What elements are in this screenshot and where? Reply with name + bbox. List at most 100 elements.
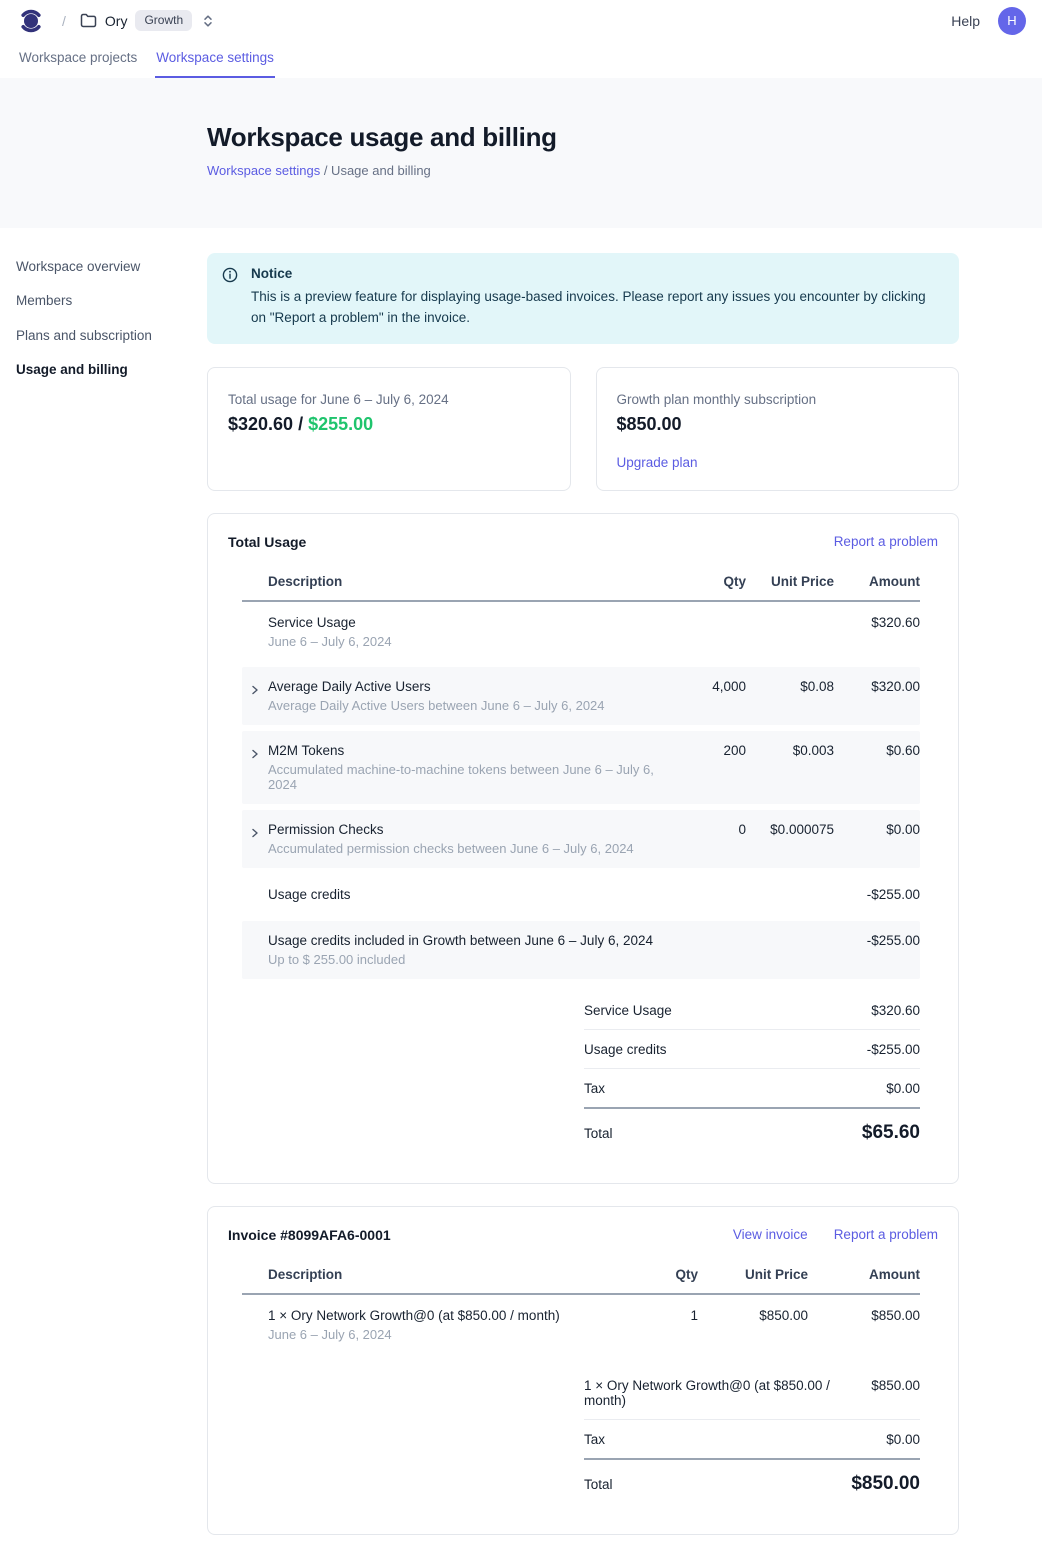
row-title: Usage credits: [268, 887, 668, 902]
help-link[interactable]: Help: [951, 13, 980, 29]
ory-logo-icon[interactable]: [16, 6, 46, 36]
preview-notice-banner: Notice This is a preview feature for dis…: [207, 253, 959, 344]
col-qty: Qty: [668, 574, 746, 589]
sidebar-item-members[interactable]: Members: [16, 288, 207, 314]
top-bar: / Ory Growth Help H: [0, 0, 1042, 41]
page-title: Workspace usage and billing: [207, 122, 1042, 153]
row-subtitle: Accumulated permission checks between Ju…: [268, 841, 668, 856]
row-amount: $0.60: [834, 743, 920, 758]
summary-value: $320.60: [871, 1003, 920, 1018]
row-title: Permission Checks: [268, 822, 668, 837]
invoice-summary: 1 × Ory Network Growth@0 (at $850.00 / m…: [584, 1366, 920, 1506]
folder-icon: [80, 13, 97, 28]
expand-chevron-icon[interactable]: [242, 822, 268, 839]
row-title: M2M Tokens: [268, 743, 668, 758]
summary-row-service-usage: Service Usage $320.60: [584, 991, 920, 1030]
sidebar-item-usage-billing[interactable]: Usage and billing: [16, 357, 207, 383]
summary-value: $0.00: [886, 1081, 920, 1096]
sidebar-item-plans-subscription[interactable]: Plans and subscription: [16, 322, 207, 348]
usage-summary: Service Usage $320.60 Usage credits -$25…: [584, 991, 920, 1155]
usage-report-problem-link[interactable]: Report a problem: [834, 534, 938, 549]
plan-badge: Growth: [135, 10, 192, 31]
table-row-adau: Average Daily Active Users Average Daily…: [242, 667, 920, 725]
tab-workspace-settings[interactable]: Workspace settings: [155, 41, 275, 78]
breadcrumb-settings-link[interactable]: Workspace settings: [207, 163, 320, 178]
expand-chevron-icon[interactable]: [242, 679, 268, 696]
workspace-name: Ory: [105, 13, 128, 29]
summary-label: Service Usage: [584, 1003, 672, 1018]
summary-total-value: $850.00: [851, 1473, 920, 1495]
total-usage-label: Total usage for June 6 – July 6, 2024: [228, 392, 550, 407]
col-amount: Amount: [808, 1267, 920, 1282]
workspace-switcher[interactable]: Ory Growth: [80, 10, 214, 31]
row-unit-price: $0.000075: [746, 822, 834, 837]
plan-subscription-card: Growth plan monthly subscription $850.00…: [596, 367, 960, 491]
total-usage-panel: Total Usage Report a problem Description…: [207, 513, 959, 1184]
row-subtitle: Up to $ 255.00 included: [268, 952, 668, 967]
view-invoice-link[interactable]: View invoice: [733, 1227, 808, 1242]
usage-panel-title: Total Usage: [228, 534, 306, 550]
invoice-panel: Invoice #8099AFA6-0001 View invoice Repo…: [207, 1206, 959, 1535]
row-amount: $320.00: [834, 679, 920, 694]
row-title: Service Usage: [268, 615, 668, 630]
expand-chevron-icon[interactable]: [242, 743, 268, 760]
plan-subscription-amount: $850.00: [617, 414, 939, 435]
upgrade-plan-link[interactable]: Upgrade plan: [617, 455, 698, 470]
col-description: Description: [268, 574, 668, 589]
sidebar-item-workspace-overview[interactable]: Workspace overview: [16, 253, 207, 279]
usage-amount: $320.60 /: [228, 414, 308, 434]
col-unit-price: Unit Price: [698, 1267, 808, 1282]
row-amount: $850.00: [808, 1308, 920, 1323]
summary-row-plan: 1 × Ory Network Growth@0 (at $850.00 / m…: [584, 1366, 920, 1420]
table-row-m2m-tokens: M2M Tokens Accumulated machine-to-machin…: [242, 731, 920, 804]
row-amount: $0.00: [834, 822, 920, 837]
page-header: Workspace usage and billing Workspace se…: [0, 78, 1042, 228]
row-subtitle: Average Daily Active Users between June …: [268, 698, 668, 713]
row-subtitle: June 6 – July 6, 2024: [268, 1327, 638, 1342]
breadcrumb-slash: /: [62, 13, 66, 29]
notice-body: This is a preview feature for displaying…: [251, 287, 943, 329]
info-icon: [222, 266, 238, 329]
row-qty: 0: [668, 822, 746, 837]
col-unit-price: Unit Price: [746, 574, 834, 589]
row-subtitle: June 6 – July 6, 2024: [268, 634, 668, 649]
row-subtitle: Accumulated machine-to-machine tokens be…: [268, 762, 668, 792]
summary-total-value: $65.60: [862, 1122, 920, 1144]
invoice-table-header: Description Qty Unit Price Amount: [242, 1257, 920, 1295]
summary-label: Total: [584, 1126, 613, 1141]
row-amount: -$255.00: [834, 933, 920, 948]
summary-label: Tax: [584, 1081, 605, 1096]
tab-workspace-projects[interactable]: Workspace projects: [18, 41, 138, 78]
row-qty: 1: [638, 1308, 698, 1323]
col-amount: Amount: [834, 574, 920, 589]
row-qty: 200: [668, 743, 746, 758]
summary-value: $850.00: [871, 1378, 920, 1393]
breadcrumb: Workspace settings / Usage and billing: [207, 163, 1042, 178]
total-usage-value: $320.60 / $255.00: [228, 414, 550, 435]
invoice-line-row: 1 × Ory Network Growth@0 (at $850.00 / m…: [242, 1295, 920, 1354]
breadcrumb-current: / Usage and billing: [324, 163, 431, 178]
usage-included-amount: $255.00: [308, 414, 373, 434]
row-title: Usage credits included in Growth between…: [268, 933, 668, 948]
table-row-usage-credits-detail: Usage credits included in Growth between…: [242, 921, 920, 979]
summary-label: 1 × Ory Network Growth@0 (at $850.00 / m…: [584, 1378, 871, 1408]
table-row-permission-checks: Permission Checks Accumulated permission…: [242, 810, 920, 868]
workspace-tabs: Workspace projects Workspace settings: [0, 41, 1042, 78]
invoice-report-problem-link[interactable]: Report a problem: [834, 1227, 938, 1242]
row-unit-price: $0.08: [746, 679, 834, 694]
summary-value: -$255.00: [867, 1042, 920, 1057]
summary-row-tax: Tax $0.00: [584, 1069, 920, 1109]
usage-table-header: Description Qty Unit Price Amount: [242, 564, 920, 602]
chevron-selector-icon: [202, 14, 214, 28]
summary-row-tax: Tax $0.00: [584, 1420, 920, 1460]
row-amount: -$255.00: [834, 887, 920, 902]
total-usage-card: Total usage for June 6 – July 6, 2024 $3…: [207, 367, 571, 491]
col-qty: Qty: [638, 1267, 698, 1282]
summary-label: Tax: [584, 1432, 605, 1447]
plan-subscription-label: Growth plan monthly subscription: [617, 392, 939, 407]
table-row-service-usage: Service Usage June 6 – July 6, 2024 $320…: [242, 602, 920, 661]
summary-row-total: Total $850.00: [584, 1460, 920, 1506]
settings-sidebar: Workspace overview Members Plans and sub…: [16, 253, 207, 1535]
user-avatar[interactable]: H: [998, 7, 1026, 35]
row-title: 1 × Ory Network Growth@0 (at $850.00 / m…: [268, 1308, 638, 1323]
